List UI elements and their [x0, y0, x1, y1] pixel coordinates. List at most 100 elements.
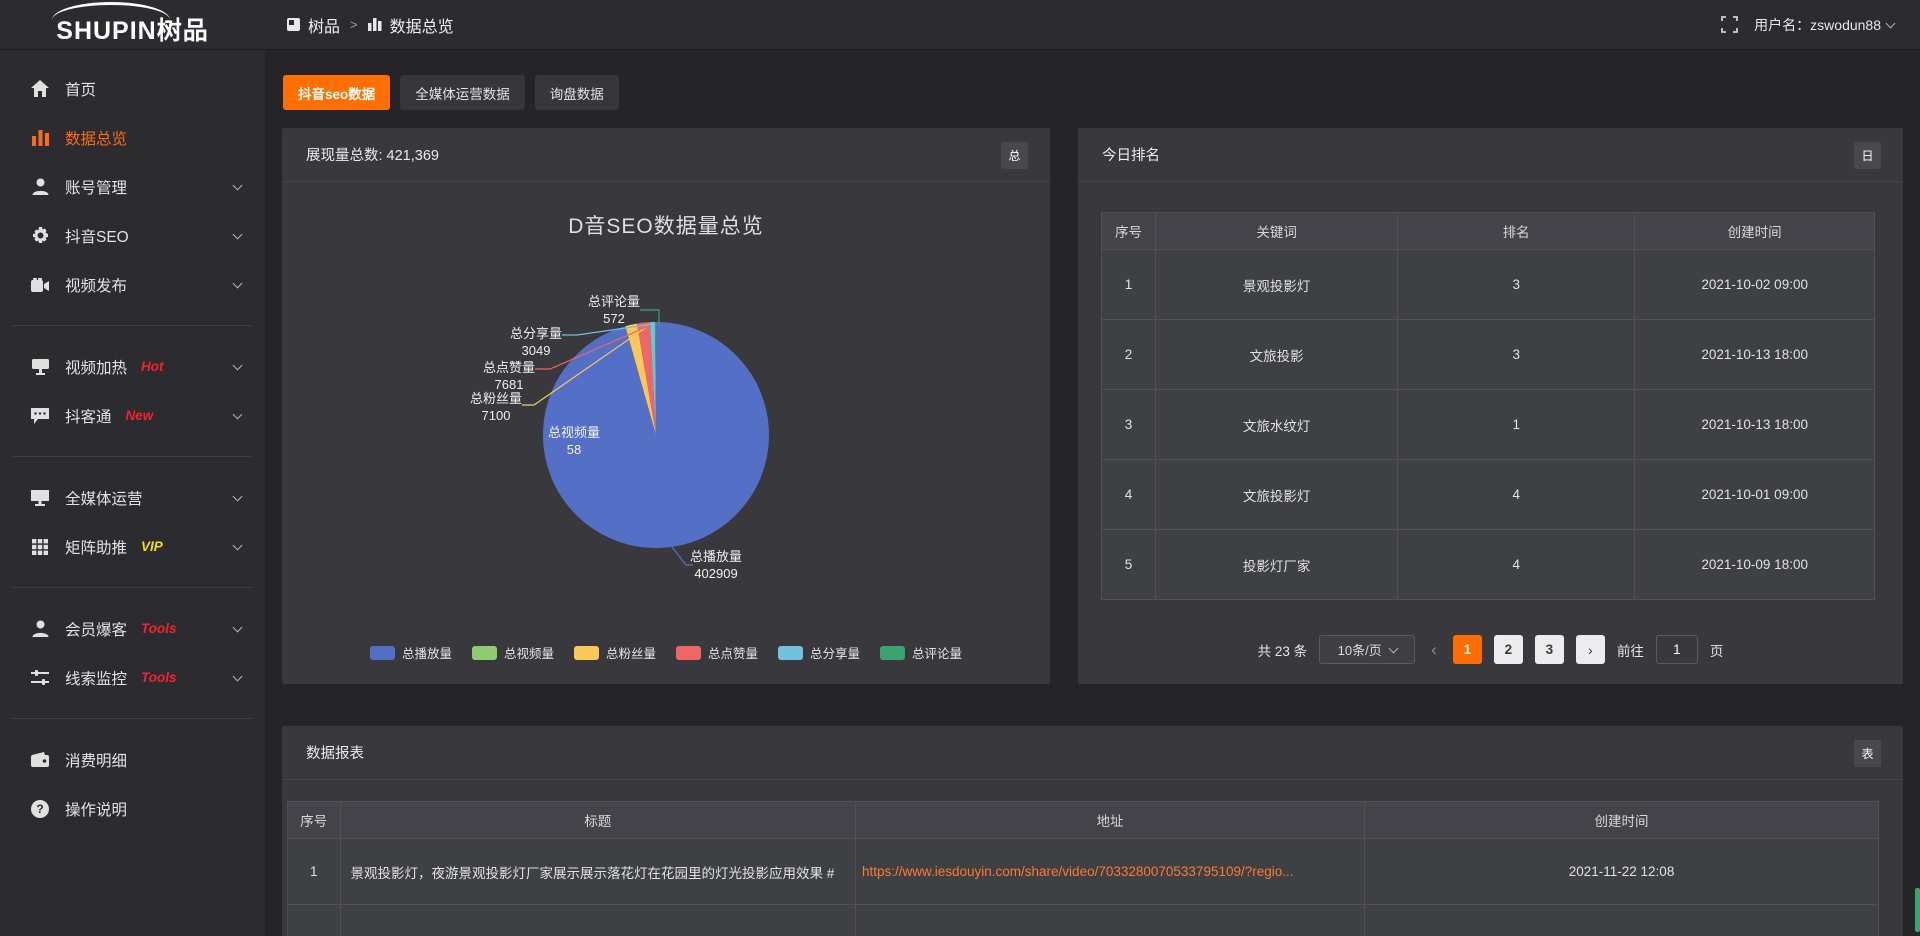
table-row[interactable]: 4文旅投影灯42021-10-01 09:00 — [1102, 460, 1875, 530]
legend-item[interactable]: 总分享量 — [778, 643, 860, 662]
report-table-wrap: 序号 标题 地址 创建时间 1 景观投影灯，夜游景观投影灯厂家展示展示落花灯在花… — [287, 801, 1879, 936]
legend-swatch — [472, 646, 497, 660]
svg-text:?: ? — [36, 802, 43, 816]
total-toggle-button[interactable]: 总 — [1001, 142, 1028, 169]
bar-chart-icon — [368, 18, 382, 31]
table-row[interactable]: 5投影灯厂家42021-10-09 18:00 — [1102, 530, 1875, 600]
pie-label-play-count: 总播放量402909 — [690, 548, 742, 582]
gear-icon — [30, 227, 50, 244]
sidebar-item-label: 视频加热 — [65, 356, 127, 378]
rank-panel-header: 今日排名 日 — [1078, 128, 1903, 182]
page-button-1[interactable]: 1 — [1453, 635, 1482, 664]
sidebar-item-label: 会员爆客 — [65, 618, 127, 640]
report-table: 序号 标题 地址 创建时间 1 景观投影灯，夜游景观投影灯厂家展示展示落花灯在花… — [287, 801, 1879, 936]
tab-inquiry-data[interactable]: 询盘数据 — [535, 75, 619, 110]
next-page-button[interactable]: › — [1576, 635, 1605, 664]
table-row[interactable] — [288, 905, 1879, 936]
total-count-label: 共 23 条 — [1258, 640, 1308, 660]
chevron-down-icon — [233, 360, 243, 370]
table-toggle-button[interactable]: 表 — [1854, 740, 1881, 767]
sidebar-item-douketong[interactable]: 抖客通 New — [0, 391, 265, 440]
table-row[interactable]: 2文旅投影32021-10-13 18:00 — [1102, 320, 1875, 390]
new-badge: New — [126, 408, 154, 423]
overview-panel: 展现量总数: 421,369 总 D音SEO数据量总览 总播放量402909 总… — [282, 128, 1050, 684]
chat-bubble-icon — [30, 408, 50, 424]
sidebar-item-label: 矩阵助推 — [65, 536, 127, 558]
sidebar-item-consumption[interactable]: 消费明细 — [0, 735, 265, 784]
sidebar-item-label: 数据总览 — [65, 127, 127, 149]
table-row[interactable]: 3文旅水纹灯12021-10-13 18:00 — [1102, 390, 1875, 460]
sidebar-item-label: 首页 — [65, 78, 96, 100]
page-button-2[interactable]: 2 — [1494, 635, 1523, 664]
home-icon — [30, 80, 50, 97]
tab-media-operation-data[interactable]: 全媒体运营数据 — [400, 75, 525, 110]
logo-arc-decoration — [52, 2, 170, 20]
grid-icon — [30, 539, 50, 555]
person-icon — [30, 620, 50, 637]
goto-label: 前往 — [1617, 640, 1644, 660]
chevron-down-icon — [233, 671, 243, 681]
rank-table-header-row: 序号 关键词 排名 创建时间 — [1102, 213, 1875, 250]
video-share-link[interactable]: https://www.iesdouyin.com/share/video/70… — [862, 864, 1294, 879]
monitor-icon — [30, 490, 50, 506]
sidebar-item-lead-monitor[interactable]: 线索监控 Tools — [0, 653, 265, 702]
legend-item[interactable]: 总粉丝量 — [574, 643, 656, 662]
tools-badge: Tools — [141, 621, 177, 636]
wallet-icon — [30, 752, 50, 767]
breadcrumb-root[interactable]: 树品 — [308, 13, 340, 37]
col-header-rank: 排名 — [1398, 213, 1635, 250]
legend-swatch — [778, 646, 803, 660]
chevron-down-icon — [233, 622, 243, 632]
username-menu[interactable]: 用户名：zswodun88 — [1754, 15, 1894, 35]
legend-item[interactable]: 总播放量 — [370, 643, 452, 662]
sidebar-item-data-overview[interactable]: 数据总览 — [0, 113, 265, 162]
prev-page-button[interactable]: ‹ — [1427, 640, 1441, 660]
sidebar-divider — [12, 718, 253, 719]
table-row[interactable]: 1 景观投影灯，夜游景观投影灯厂家展示展示落花灯在花园里的灯光投影应用效果 # … — [288, 839, 1879, 905]
sidebar-item-instructions[interactable]: ? 操作说明 — [0, 784, 265, 833]
chevron-down-icon — [233, 409, 243, 419]
goto-page-input[interactable] — [1656, 635, 1698, 664]
report-panel-title: 数据报表 — [306, 742, 364, 763]
page-button-3[interactable]: 3 — [1535, 635, 1564, 664]
data-tabs: 抖音seo数据 全媒体运营数据 询盘数据 — [283, 75, 619, 110]
sidebar-item-home[interactable]: 首页 — [0, 64, 265, 113]
username-label: 用户名：zswodun88 — [1754, 15, 1881, 35]
col-header-url: 地址 — [855, 802, 1364, 839]
chevron-down-icon — [233, 491, 243, 501]
video-title-cell: 景观投影灯，夜游景观投影灯厂家展示展示落花灯在花园里的灯光投影应用效果 # — [340, 839, 855, 905]
tab-douyin-seo-data[interactable]: 抖音seo数据 — [283, 75, 390, 110]
fullscreen-icon[interactable] — [1721, 16, 1738, 33]
breadcrumb: 树品 > 数据总览 — [287, 13, 454, 37]
user-icon — [30, 178, 50, 195]
sidebar-item-media-operation[interactable]: 全媒体运营 — [0, 473, 265, 522]
legend-item[interactable]: 总视频量 — [472, 643, 554, 662]
sidebar-item-label: 操作说明 — [65, 798, 127, 820]
sidebar-item-label: 抖音SEO — [65, 225, 129, 247]
chevron-down-icon — [233, 278, 243, 288]
breadcrumb-current: 数据总览 — [390, 13, 454, 37]
app-logo: SHUPIN树品 — [0, 0, 265, 50]
sidebar-item-video-publish[interactable]: 视频发布 — [0, 260, 265, 309]
col-header-created: 创建时间 — [1635, 213, 1875, 250]
overview-panel-header: 展现量总数: 421,369 总 — [282, 128, 1050, 182]
sidebar-item-member-burst[interactable]: 会员爆客 Tools — [0, 604, 265, 653]
legend-swatch — [676, 646, 701, 660]
sidebar-item-douyin-seo[interactable]: 抖音SEO — [0, 211, 265, 260]
sidebar-item-video-heat[interactable]: 视频加热 Hot — [0, 342, 265, 391]
col-header-no: 序号 — [1102, 213, 1156, 250]
header-right: 用户名：zswodun88 — [1721, 15, 1920, 35]
page-size-select[interactable]: 10条/页 — [1319, 635, 1415, 664]
sidebar-item-label: 抖客通 — [65, 405, 112, 427]
page-scrollbar-thumb[interactable] — [1915, 888, 1920, 932]
day-toggle-button[interactable]: 日 — [1854, 142, 1881, 169]
legend-item[interactable]: 总评论量 — [880, 643, 962, 662]
legend-swatch — [880, 646, 905, 660]
goto-suffix-label: 页 — [1710, 640, 1724, 660]
legend-item[interactable]: 总点赞量 — [676, 643, 758, 662]
rank-table-wrap: 序号 关键词 排名 创建时间 1景观投影灯32021-10-02 09:00 2… — [1101, 212, 1875, 600]
pagination: 共 23 条 10条/页 ‹ 1 2 3 › 前往 页 — [1078, 635, 1903, 664]
sidebar-item-account[interactable]: 账号管理 — [0, 162, 265, 211]
table-row[interactable]: 1景观投影灯32021-10-02 09:00 — [1102, 250, 1875, 320]
sidebar-item-matrix-boost[interactable]: 矩阵助推 VIP — [0, 522, 265, 571]
